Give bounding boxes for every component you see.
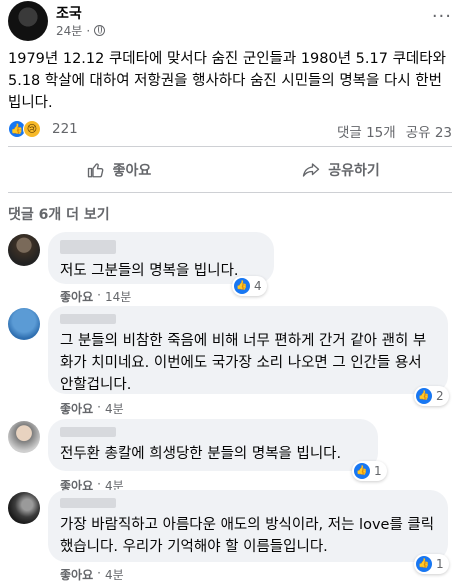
comment-text: 가장 바람직하고 아름다운 애도의 방식이라, 저는 love를 클릭했습니다.… [60,517,435,555]
comment-text: 저도 그분들의 명복을 빕니다. [60,263,239,279]
like-reaction-icon: 👍 [416,556,432,572]
post-meta: 24분 · [56,22,106,39]
separator: · [86,23,91,38]
globe-icon [94,25,106,36]
share-button-label: 공유하기 [328,163,380,179]
commenter-name-redacted[interactable] [60,240,116,254]
comment-reaction-badge[interactable]: 👍 4 [232,276,267,296]
comment-reaction-count: 4 [254,279,262,293]
comment-reaction-count: 1 [374,464,382,478]
comment-text: 전두환 총칼에 희생당한 분들의 명복을 빕니다. [60,446,342,462]
reaction-count[interactable]: 221 [52,121,78,137]
divider [8,146,452,147]
comment-like-link[interactable]: 좋아요 [60,566,93,581]
share-arrow-icon [303,163,320,177]
post-stats: 👍 😢 221 댓글 15개 공유 23 [8,118,454,141]
comment-time[interactable]: 14분 [105,288,131,305]
comment-bubble: 가장 바람직하고 아름다운 애도의 방식이라, 저는 love를 클릭했습니다.… [48,490,448,562]
more-options-button[interactable]: ··· [432,6,452,27]
comment-like-link[interactable]: 좋아요 [60,400,93,417]
author-avatar[interactable] [8,1,48,41]
sad-reaction-icon: 😢 [23,120,41,138]
comment-bubble: 그 분들의 비참한 죽음에 비해 너무 편하게 간거 같아 괜히 부화가 치미네… [48,306,448,394]
like-reaction-icon: 👍 [416,388,432,404]
commenter-avatar[interactable] [8,492,40,524]
commenter-name-redacted[interactable] [60,427,116,437]
comment-reaction-count: 2 [436,389,444,403]
post-body: 1979년 12.12 쿠데타에 맞서다 숨진 군인들과 1980년 5.17 … [8,51,446,111]
comment-reaction-badge[interactable]: 👍 1 [352,461,387,481]
comment-meta: 좋아요 · 4분 [60,566,124,581]
comment-bubble: 전두환 총칼에 희생당한 분들의 명복을 빕니다. [48,419,378,471]
post-time[interactable]: 24분 [56,22,82,39]
commenter-avatar[interactable] [8,234,40,266]
commenter-avatar[interactable] [8,308,40,340]
comment-like-link[interactable]: 좋아요 [60,288,93,305]
author-name[interactable]: 조국 [56,3,82,23]
post-header: 조국 24분 · ··· [8,0,452,41]
comment-meta: 좋아요 · 4분 [60,400,124,417]
share-count[interactable]: 공유 23 [406,121,452,141]
comment-meta: 좋아요 · 14분 [60,288,132,305]
comment-time[interactable]: 4분 [105,400,124,417]
commenter-name-redacted[interactable] [60,314,116,324]
comment-reaction-badge[interactable]: 👍 1 [414,554,449,574]
post-actions: 좋아요 공유하기 [8,150,452,190]
engagement-counts: 댓글 15개 공유 23 [337,121,452,141]
reaction-icons[interactable]: 👍 😢 [8,120,41,138]
like-reaction-icon: 👍 [354,463,370,479]
thumbs-up-icon [87,163,104,178]
view-more-comments-link[interactable]: 댓글 6개 더 보기 [8,204,110,224]
commenter-avatar[interactable] [8,421,40,453]
divider [8,192,452,193]
comment-time[interactable]: 4분 [105,566,124,581]
like-button-label: 좋아요 [112,163,152,179]
share-button[interactable]: 공유하기 [230,150,452,190]
comment-text: 그 분들의 비참한 죽음에 비해 너무 편하게 간거 같아 괜히 부화가 치미네… [60,333,427,393]
commenter-name-redacted[interactable] [60,498,116,508]
comment-reaction-count: 1 [436,557,444,571]
like-button[interactable]: 좋아요 [8,150,230,190]
like-reaction-icon: 👍 [234,278,250,294]
comment-reaction-badge[interactable]: 👍 2 [414,386,449,406]
comment-count[interactable]: 댓글 15개 [337,121,396,141]
